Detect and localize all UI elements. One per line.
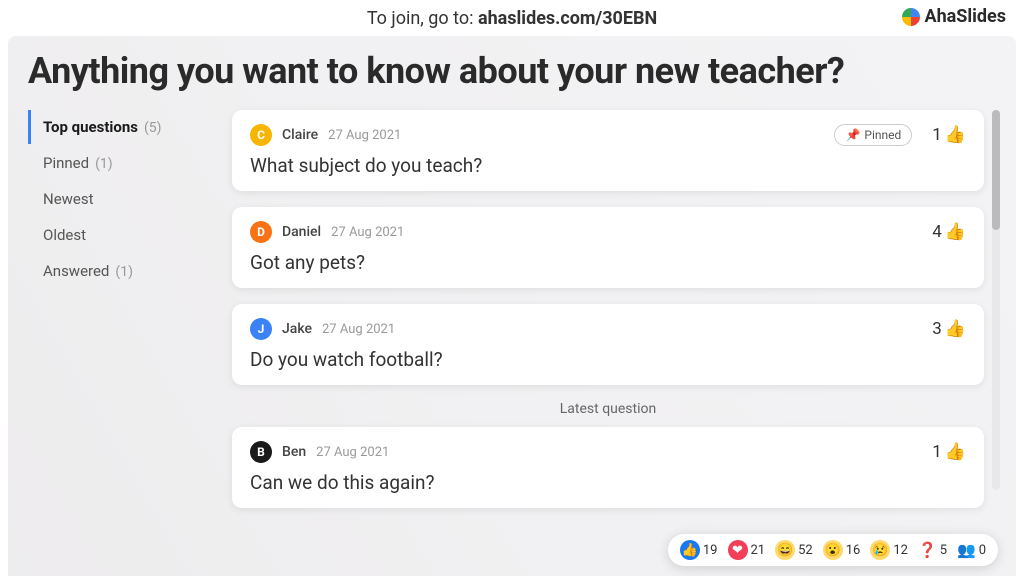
question-card[interactable]: J Jake 27 Aug 2021 3👍 Do you watch football? [232,304,984,385]
like-count: 1 [932,442,942,462]
reaction-sad-count: 12 [893,543,908,558]
filter-label: Answered [43,262,109,280]
filter-newest[interactable]: Newest [28,182,208,216]
scrollbar-thumb[interactable] [992,110,1000,230]
author-name: Claire [282,127,318,143]
reaction-like-count: 19 [703,543,718,558]
question-card[interactable]: B Ben 27 Aug 2021 1👍 Can we do this again? [232,427,984,508]
like-button[interactable]: 1👍 [932,125,966,145]
thumbs-up-icon: 👍 [945,125,966,145]
people-icon: 👥 [957,541,976,559]
author-name: Daniel [282,224,321,240]
question-date: 27 Aug 2021 [322,322,395,337]
thumbs-up-icon: 👍 [945,319,966,339]
author-name: Jake [282,321,312,337]
card-header: J Jake 27 Aug 2021 3👍 [250,318,966,340]
reaction-question-count: 5 [940,543,947,558]
thumbs-up-icon: 👍 [945,442,966,462]
like-count: 4 [932,222,942,242]
card-header: B Ben 27 Aug 2021 1👍 [250,441,966,463]
avatar: J [250,318,272,340]
pinned-badge: 📌 Pinned [834,124,912,146]
filter-label: Pinned [43,154,89,172]
logo-icon [902,8,920,26]
filter-answered[interactable]: Answered (1) [28,254,208,288]
thumbs-up-icon: 👍 [945,222,966,242]
question-icon: ❓ [918,541,937,559]
join-prefix: To join, go to: [367,8,478,29]
like-button[interactable]: 3👍 [932,319,966,339]
join-code: ahaslides.com/30EBN [478,8,657,29]
filter-label: Oldest [43,226,86,244]
reaction-haha[interactable]: 😄52 [775,540,813,560]
haha-icon: 😄 [775,540,795,560]
question-date: 27 Aug 2021 [316,445,389,460]
pin-icon: 📌 [845,128,860,142]
filter-label: Top questions [43,118,138,136]
like-count: 3 [932,319,942,339]
pinned-label: Pinned [864,128,901,142]
filter-oldest[interactable]: Oldest [28,218,208,252]
heart-icon: ❤ [728,540,748,560]
reaction-wow[interactable]: 😮16 [823,540,861,560]
content-row: Top questions (5) Pinned (1) Newest Oldest Ans… [28,110,996,524]
latest-question-label: Latest question [232,401,984,417]
reaction-question[interactable]: ❓5 [918,541,947,559]
question-date: 27 Aug 2021 [331,225,404,240]
filter-top-questions[interactable]: Top questions (5) [28,110,208,144]
reaction-haha-count: 52 [798,543,813,558]
filter-sidebar: Top questions (5) Pinned (1) Newest Oldest Ans… [28,110,208,524]
card-header: C Claire 27 Aug 2021 📌 Pinned 1👍 [250,124,966,146]
card-header: D Daniel 27 Aug 2021 4👍 [250,221,966,243]
reaction-like[interactable]: 👍19 [680,540,718,560]
logo[interactable]: AhaSlides [902,6,1006,27]
like-button[interactable]: 4👍 [932,222,966,242]
like-button[interactable]: 1👍 [932,442,966,462]
join-instructions: To join, go to: ahaslides.com/30EBN [367,8,657,29]
question-text: Do you watch football? [250,348,966,371]
reaction-sad[interactable]: 😢12 [870,540,908,560]
wow-icon: 😮 [823,540,843,560]
slide-title: Anything you want to know about your new… [28,50,996,92]
filter-count: (5) [144,120,162,136]
question-card[interactable]: D Daniel 27 Aug 2021 4👍 Got any pets? [232,207,984,288]
top-bar: To join, go to: ahaslides.com/30EBN AhaS… [0,0,1024,36]
avatar: B [250,441,272,463]
question-date: 27 Aug 2021 [328,128,401,143]
question-list: CClaire27 Aug 2021📌Pinned1👍What subject … [232,110,996,524]
filter-count: (1) [115,264,133,280]
author-name: Ben [282,444,306,460]
filter-pinned[interactable]: Pinned (1) [28,146,208,180]
question-text: Got any pets? [250,251,966,274]
avatar: C [250,124,272,146]
filter-count: (1) [95,156,113,172]
main-panel: Anything you want to know about your new… [8,36,1016,576]
thumbs-up-icon: 👍 [680,540,700,560]
question-card[interactable]: C Claire 27 Aug 2021 📌 Pinned 1👍 What subject … [232,110,984,191]
participant-count[interactable]: 👥0 [957,541,986,559]
reaction-love[interactable]: ❤21 [728,540,766,560]
reaction-wow-count: 16 [846,543,861,558]
participant-count-value: 0 [979,543,986,558]
question-text: What subject do you teach? [250,154,966,177]
reaction-love-count: 21 [751,543,766,558]
avatar: D [250,221,272,243]
scrollbar[interactable] [992,110,1000,490]
logo-text: AhaSlides [924,6,1006,27]
reactions-bar: 👍19 ❤21 😄52 😮16 😢12 ❓5 👥0 [668,534,998,566]
like-count: 1 [932,125,942,145]
sad-icon: 😢 [870,540,890,560]
question-text: Can we do this again? [250,471,966,494]
filter-label: Newest [43,190,94,208]
